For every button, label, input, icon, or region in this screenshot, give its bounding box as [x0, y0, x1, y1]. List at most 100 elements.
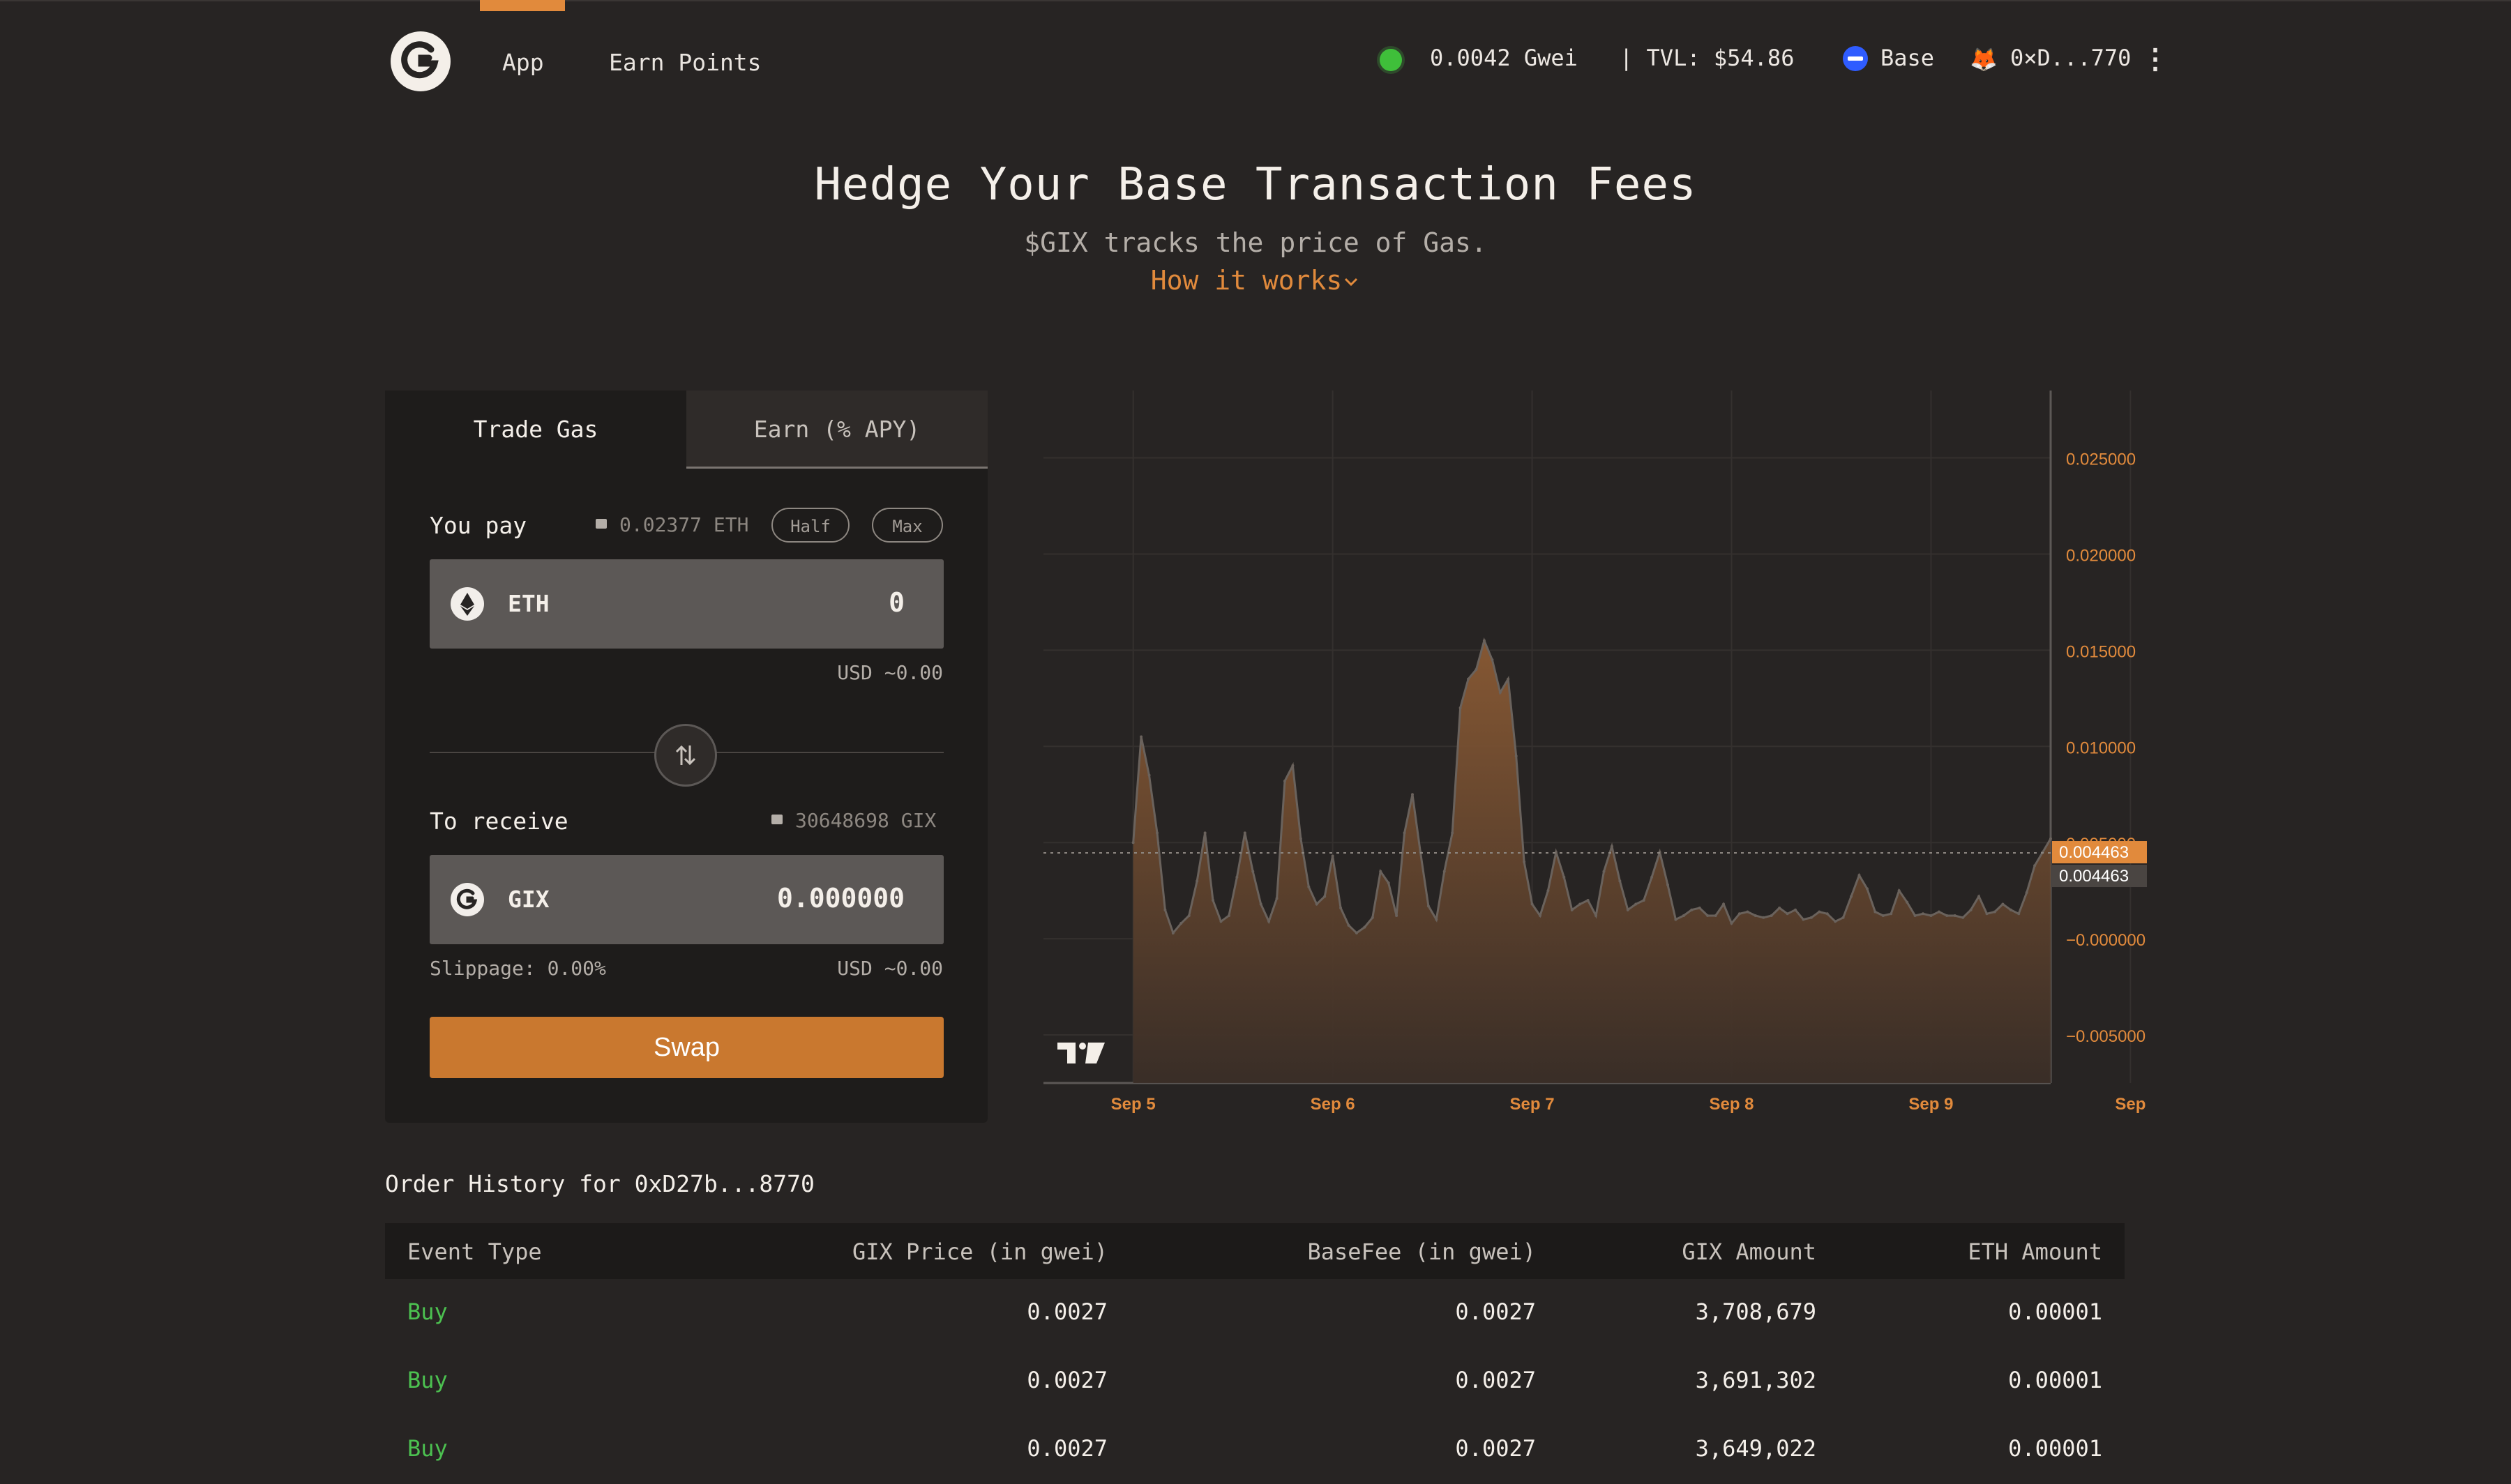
column-header: Event Type: [407, 1239, 542, 1265]
data-point: [1618, 879, 1622, 883]
data-point: [1809, 916, 1813, 919]
you-pay-label: You pay: [430, 512, 527, 539]
x-tick-label: Sep 6: [1311, 1095, 1355, 1114]
data-point: [1283, 779, 1286, 782]
data-point: [1610, 845, 1613, 848]
eth-amount: 0.00001: [2008, 1298, 2102, 1325]
data-point: [1746, 910, 1749, 914]
data-point: [1403, 831, 1406, 835]
page-title: Hedge Your Base Transaction Fees: [814, 159, 1697, 211]
data-point: [1682, 914, 1685, 918]
base-fee: 0.0027: [1455, 1367, 1536, 1393]
data-point: [1698, 906, 1701, 909]
current-price-label: 0.004463: [2059, 867, 2129, 886]
chevron-down-icon: [1342, 265, 1360, 296]
base-fee: 0.0027: [1455, 1435, 1536, 1462]
data-point: [1626, 908, 1629, 911]
price-area: [1133, 640, 2051, 1083]
receive-balance: 30648698 GIX: [795, 809, 937, 832]
nav-item-app[interactable]: App: [502, 49, 544, 76]
data-point: [1818, 910, 1821, 914]
data-point: [1642, 898, 1645, 902]
trade-panel: Trade Gas Earn (% APY) You pay 0.02377 E…: [385, 391, 988, 1123]
receive-amount: 0.000000: [776, 883, 905, 914]
base-network-icon[interactable]: [1843, 46, 1868, 71]
data-point: [1179, 922, 1183, 925]
swap-arrows-icon: [675, 745, 696, 766]
half-button[interactable]: Half: [771, 508, 850, 543]
table-row[interactable]: Buy 0.0027 0.0027 3,649,022 0.00001: [385, 1416, 2125, 1484]
data-point: [1315, 902, 1318, 906]
table-row[interactable]: Buy 0.0027 0.0027 3,708,679 0.00001: [385, 1279, 2125, 1347]
data-point: [2001, 902, 2005, 906]
x-tick-label: Sep 8: [1709, 1095, 1754, 1114]
receive-field[interactable]: GIX 0.000000: [430, 855, 944, 944]
data-point: [1913, 914, 1917, 918]
network-name[interactable]: Base: [1880, 45, 1934, 71]
data-point: [1706, 914, 1710, 918]
gix-logo-icon[interactable]: [391, 31, 451, 91]
y-tick-label: 0.015000: [2066, 642, 2136, 661]
swap-direction-button[interactable]: [654, 724, 717, 787]
data-point: [1323, 895, 1327, 898]
data-point: [1562, 875, 1566, 879]
tab-earn[interactable]: Earn (% APY): [686, 391, 988, 469]
nav-item-earn-points[interactable]: Earn Points: [609, 49, 762, 76]
data-point: [2049, 837, 2052, 840]
data-point: [1491, 658, 1494, 662]
data-point: [1921, 912, 1924, 916]
data-point: [1546, 889, 1550, 893]
data-point: [1475, 667, 1478, 671]
pay-field[interactable]: ETH 0: [430, 559, 944, 649]
data-point: [1594, 914, 1598, 918]
how-it-works-link[interactable]: How it works: [0, 265, 2511, 296]
metamask-fox-icon[interactable]: 🦊: [1970, 46, 1998, 73]
to-receive-label: To receive: [430, 808, 568, 835]
price-line: [1132, 637, 2052, 935]
swap-button[interactable]: Swap: [430, 1017, 944, 1078]
gix-price-chart[interactable]: 0.0250000.0200000.0150000.0100000.005000…: [1043, 391, 2180, 1130]
data-point: [1347, 923, 1350, 927]
top-border: [0, 0, 2511, 1]
page-subtitle: $GIX tracks the price of Gas.: [1024, 227, 1487, 258]
tradingview-logo-icon[interactable]: [1057, 1043, 1105, 1063]
table-row[interactable]: Buy 0.0027 0.0027 3,691,302 0.00001: [385, 1347, 2125, 1416]
data-point: [1897, 889, 1901, 893]
column-header: BaseFee (in gwei): [1307, 1239, 1536, 1265]
order-history-title: Order History for 0xD27b...8770: [385, 1170, 815, 1197]
pay-amount-input[interactable]: 0: [889, 587, 905, 618]
data-point: [1881, 914, 1885, 918]
more-vertical-icon[interactable]: ⋮: [2141, 43, 2169, 75]
gix-amount: 3,708,679: [1695, 1298, 1816, 1325]
data-point: [1387, 881, 1390, 885]
max-button[interactable]: Max: [872, 508, 943, 543]
data-point: [1762, 916, 1765, 919]
event-type: Buy: [407, 1367, 448, 1393]
status-dot-icon: [1380, 49, 1402, 71]
data-point: [1666, 883, 1669, 886]
data-point: [1690, 908, 1694, 911]
data-point: [1722, 902, 1726, 906]
how-it-works-label: How it works: [1150, 265, 1343, 296]
data-point: [1131, 841, 1135, 845]
data-point: [2017, 912, 2021, 916]
data-point: [1778, 906, 1781, 909]
data-point: [1825, 912, 1829, 916]
data-point: [1140, 735, 1143, 739]
data-point: [1147, 773, 1151, 777]
data-point: [1754, 914, 1757, 918]
data-point: [1993, 910, 1996, 914]
data-point: [1267, 920, 1271, 923]
data-point: [2009, 908, 2012, 911]
data-point: [2033, 864, 2037, 868]
data-point: [1451, 831, 1454, 835]
data-point: [1873, 910, 1877, 914]
data-point: [1435, 918, 1438, 921]
data-point: [1793, 908, 1797, 911]
data-point: [1929, 914, 1933, 918]
data-point: [1961, 916, 1965, 919]
tab-trade-gas[interactable]: Trade Gas: [385, 391, 686, 469]
eth-icon: [451, 587, 484, 621]
wallet-address[interactable]: 0×D...770: [2010, 45, 2131, 71]
x-tick-label: Sep 7: [1510, 1095, 1555, 1114]
